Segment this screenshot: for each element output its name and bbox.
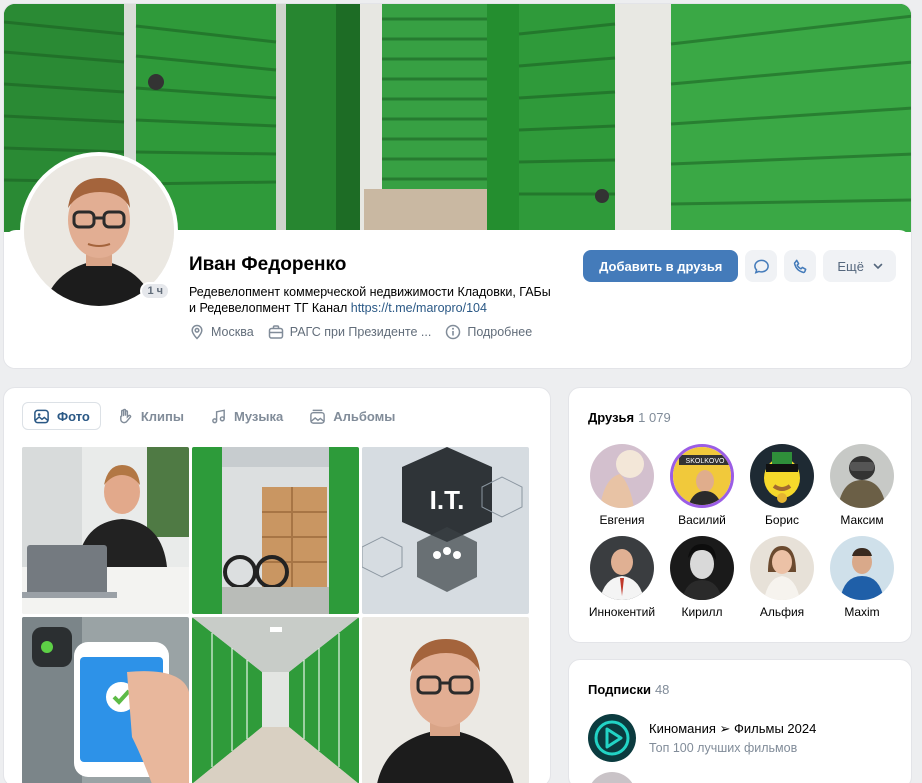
friends-card: Друзья 1 079 Евгения SKOLKOVO Василий Бор… (568, 387, 912, 643)
friend-avatar (590, 444, 654, 508)
profile-avatar[interactable]: 1 ч (20, 152, 178, 310)
briefcase-icon (268, 325, 283, 339)
photo-thumbnail[interactable] (192, 617, 359, 783)
profile-meta: Москва РАГС при Президенте ... Подробнее (189, 324, 532, 340)
friends-count: 1 079 (638, 410, 671, 425)
profile-name: Иван Федоренко (189, 254, 347, 275)
subscriptions-card: Подписки 48 Киномания ➢ Фильмы 2024 Топ 1… (568, 659, 912, 783)
photo-thumbnail[interactable] (362, 617, 529, 783)
friend-avatar (750, 536, 814, 600)
phone-icon (793, 259, 807, 273)
friend-name: Иннокентий (588, 605, 656, 619)
subscriptions-title-label: Подписки (588, 682, 651, 697)
chevron-down-icon (873, 263, 883, 270)
photo-grid: I.T. (22, 447, 532, 783)
online-badge: 1 ч (140, 282, 170, 300)
subscriptions-title[interactable]: Подписки 48 (588, 682, 669, 697)
media-card: Фото Клипы Музыка Альбомы I.T. (3, 387, 551, 783)
message-button[interactable] (745, 250, 778, 282)
tab-music[interactable]: Музыка (200, 402, 293, 430)
friend-item[interactable]: Евгения (582, 444, 662, 527)
more-button-label: Ещё (837, 258, 864, 274)
add-friend-button[interactable]: Добавить в друзья (583, 250, 739, 282)
friend-avatar (830, 444, 894, 508)
music-icon (212, 409, 225, 423)
location-icon (191, 324, 203, 340)
call-button[interactable] (784, 250, 817, 282)
tab-music-label: Музыка (234, 408, 284, 424)
friend-item[interactable]: Максим (822, 444, 902, 527)
friend-item[interactable]: Иннокентий (582, 536, 662, 619)
friend-avatar (830, 536, 894, 600)
profile-actions: Добавить в друзья Ещё (583, 250, 896, 282)
subscription-item[interactable]: Киномания ➢ Фильмы 2024 Топ 100 лучших ф… (588, 714, 816, 762)
meta-city[interactable]: Москва (189, 324, 254, 340)
profile-header-card: 1 ч Иван Федоренко Редевелопмент коммерч… (3, 3, 912, 369)
clips-icon (119, 408, 132, 423)
profile-status: Редевелопмент коммерческой недвижимости … (189, 284, 559, 316)
it-overlay-text: I.T. (430, 485, 465, 515)
meta-education[interactable]: РАГС при Президенте ... (268, 324, 432, 340)
more-button[interactable]: Ещё (823, 250, 896, 282)
media-tabs: Фото Клипы Музыка Альбомы (22, 402, 405, 430)
tab-photos[interactable]: Фото (22, 402, 101, 430)
skolkovo-badge-text: SKOLKOVO (686, 458, 725, 465)
subscription-avatar (588, 714, 636, 762)
meta-education-label: РАГС при Президенте ... (289, 325, 432, 339)
friend-item[interactable]: Альфия (742, 536, 822, 619)
meta-more-label: Подробнее (467, 325, 533, 339)
friend-name: Борис (765, 513, 799, 527)
friend-avatar (670, 536, 734, 600)
message-icon (754, 259, 769, 274)
friend-name: Максим (840, 513, 884, 527)
friends-grid: Евгения SKOLKOVO Василий Борис Максим Ин… (582, 444, 902, 619)
info-icon (446, 324, 461, 340)
photo-thumbnail[interactable] (192, 447, 359, 614)
friend-item[interactable]: SKOLKOVO Василий (662, 444, 742, 527)
friend-name: Василий (678, 513, 726, 527)
photo-icon (34, 409, 49, 423)
albums-icon (310, 409, 326, 424)
photo-thumbnail[interactable] (22, 447, 189, 614)
friend-item[interactable]: Maxim (822, 536, 902, 619)
meta-city-label: Москва (211, 325, 254, 339)
subscription-title: Киномания ➢ Фильмы 2024 (649, 721, 817, 736)
friend-name: Альфия (759, 605, 805, 619)
friends-title-label: Друзья (588, 410, 635, 425)
tab-clips[interactable]: Клипы (107, 402, 194, 430)
friend-avatar: SKOLKOVO (670, 444, 734, 508)
friend-item[interactable]: Борис (742, 444, 822, 527)
subscription-avatar[interactable] (588, 772, 636, 783)
friends-title[interactable]: Друзья 1 079 (588, 410, 671, 425)
subscriptions-count: 48 (654, 682, 670, 697)
tab-photos-label: Фото (57, 408, 90, 424)
meta-more[interactable]: Подробнее (445, 324, 532, 340)
photo-thumbnail[interactable] (22, 617, 189, 783)
friend-name: Maxim (844, 605, 880, 619)
friend-item[interactable]: Кирилл (662, 536, 742, 619)
tab-albums-label: Альбомы (333, 408, 396, 424)
status-link[interactable]: https://t.me/maropro/104 (351, 301, 487, 315)
photo-thumbnail[interactable]: I.T. (362, 447, 529, 614)
friend-name: Евгения (599, 513, 645, 527)
friend-name: Кирилл (681, 605, 723, 619)
tab-clips-label: Клипы (140, 408, 184, 424)
tab-albums[interactable]: Альбомы (299, 402, 405, 430)
subscription-desc: Топ 100 лучших фильмов (649, 741, 798, 755)
friend-avatar (590, 536, 654, 600)
friend-avatar (750, 444, 814, 508)
